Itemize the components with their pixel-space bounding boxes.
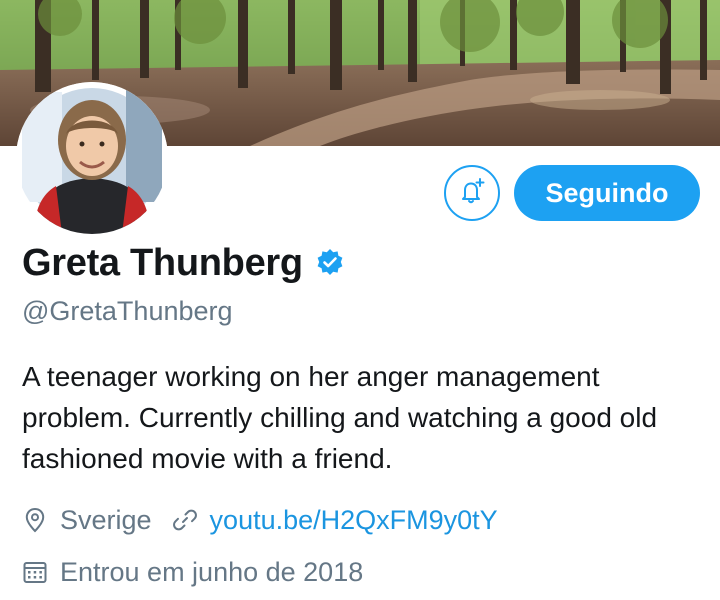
bell-plus-icon	[457, 176, 487, 211]
following-button[interactable]: Seguindo	[514, 165, 700, 221]
profile-website-link[interactable]: youtu.be/H2QxFM9y0tY	[210, 505, 498, 536]
calendar-icon	[22, 559, 48, 585]
profile-avatar[interactable]	[16, 82, 168, 234]
notifications-toggle-button[interactable]	[444, 165, 500, 221]
profile-bio: A teenager working on her anger manageme…	[22, 361, 658, 474]
location-pin-icon	[22, 507, 48, 533]
profile-location: Sverige	[60, 504, 152, 535]
profile-name-row: Greta Thunberg	[22, 238, 345, 288]
link-icon	[172, 507, 198, 533]
profile-joined-row: Entrou em junho de 2018	[22, 552, 363, 592]
profile-joined-date: Entrou em junho de 2018	[60, 556, 364, 587]
profile-meta-row: Sverige youtu.be/H2QxFM9y0tY	[22, 500, 498, 540]
verified-badge-icon	[315, 248, 345, 278]
profile-page: Seguindo Greta Thunberg @GretaThunberg A…	[0, 0, 720, 600]
profile-handle: @GretaThunberg	[22, 296, 233, 326]
profile-name: Greta Thunberg	[22, 241, 303, 284]
